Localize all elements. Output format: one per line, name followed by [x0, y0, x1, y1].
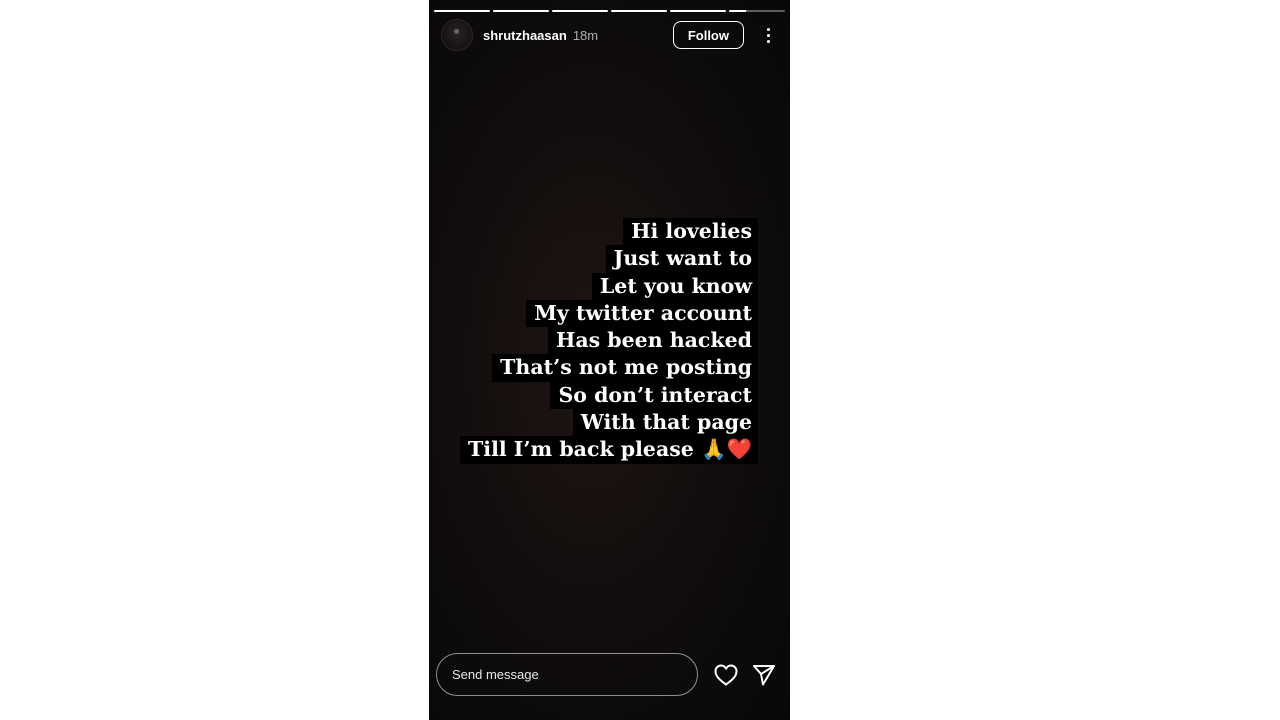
story-viewer: shrutzhaasan 18m Follow Hi lovelies Just…: [429, 0, 790, 720]
progress-segment: [493, 10, 549, 12]
progress-fill: [493, 10, 549, 12]
heart-icon[interactable]: [711, 660, 741, 690]
avatar[interactable]: [441, 19, 473, 51]
progress-fill: [729, 10, 746, 12]
progress-segment: [434, 10, 490, 12]
caption-line: With that page: [572, 409, 758, 437]
username[interactable]: shrutzhaasan: [483, 28, 567, 43]
caption-line: That’s not me posting: [492, 354, 758, 382]
caption-line: So don’t interact: [550, 381, 758, 410]
story-caption: Hi lovelies Just want to Let you know My…: [460, 218, 758, 464]
progress-fill: [611, 10, 667, 12]
follow-button[interactable]: Follow: [672, 21, 744, 49]
progress-fill: [670, 10, 726, 12]
send-message-input[interactable]: [436, 653, 698, 696]
caption-line: My twitter account: [526, 299, 758, 328]
more-options-icon[interactable]: [758, 21, 778, 49]
caption-line: Just want to: [605, 245, 758, 273]
progress-segment: [670, 10, 726, 12]
caption-line: Hi lovelies: [623, 218, 758, 246]
caption-line: Has been hacked: [547, 327, 758, 355]
reply-bar: [436, 652, 783, 697]
progress-segment: [729, 10, 785, 12]
post-time: 18m: [572, 27, 599, 43]
caption-line: Till I’m back please 🙏❤️: [460, 436, 758, 464]
progress-segment: [552, 10, 608, 12]
story-header: shrutzhaasan 18m Follow: [441, 18, 778, 52]
send-icon[interactable]: [749, 660, 779, 690]
progress-fill: [552, 10, 608, 12]
progress-segment: [611, 10, 667, 12]
story-progress: [434, 10, 785, 12]
caption-line: Let you know: [591, 272, 758, 300]
progress-fill: [434, 10, 490, 12]
